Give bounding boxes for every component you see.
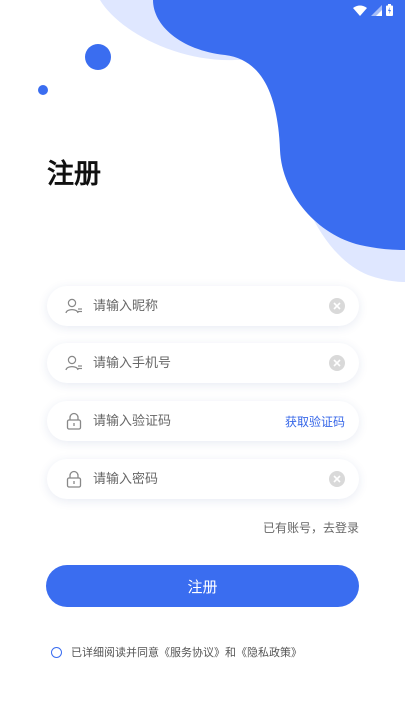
verification-code-field[interactable]: 获取验证码: [47, 401, 359, 441]
bg-dot-large: [85, 44, 111, 70]
lock-icon: [65, 412, 83, 430]
register-button[interactable]: 注册: [46, 565, 359, 607]
agreement-radio[interactable]: [51, 646, 62, 658]
close-icon: [333, 359, 341, 367]
clear-nickname-button[interactable]: [329, 298, 345, 314]
battery-icon: [386, 4, 393, 16]
get-code-button[interactable]: 获取验证码: [285, 413, 345, 430]
background-decoration: [38, 0, 405, 282]
agreement-row: 已详细阅读并同意《服务协议》和《隐私政策》: [51, 644, 302, 660]
user-icon: [65, 354, 83, 372]
status-bar: [353, 4, 393, 16]
wifi-icon: [353, 5, 367, 16]
password-input[interactable]: [91, 470, 329, 488]
close-icon: [333, 302, 341, 310]
lock-icon: [65, 470, 83, 488]
signal-icon: [371, 4, 382, 16]
go-login-link[interactable]: 已有账号，去登录: [263, 519, 359, 536]
agreement-text: 已详细阅读并同意《服务协议》和《隐私政策》: [71, 646, 302, 659]
clear-password-button[interactable]: [329, 471, 345, 487]
nickname-field[interactable]: [47, 286, 359, 326]
close-icon: [333, 475, 341, 483]
bg-blob-primary: [153, 0, 405, 250]
nickname-input[interactable]: [91, 297, 329, 315]
clear-phone-button[interactable]: [329, 355, 345, 371]
phone-input[interactable]: [91, 354, 329, 372]
bg-dot-small: [38, 85, 48, 95]
verification-code-input[interactable]: [91, 412, 285, 430]
password-field[interactable]: [47, 459, 359, 499]
phone-field[interactable]: [47, 343, 359, 383]
user-icon: [65, 297, 83, 315]
page-title: 注册: [47, 159, 101, 190]
